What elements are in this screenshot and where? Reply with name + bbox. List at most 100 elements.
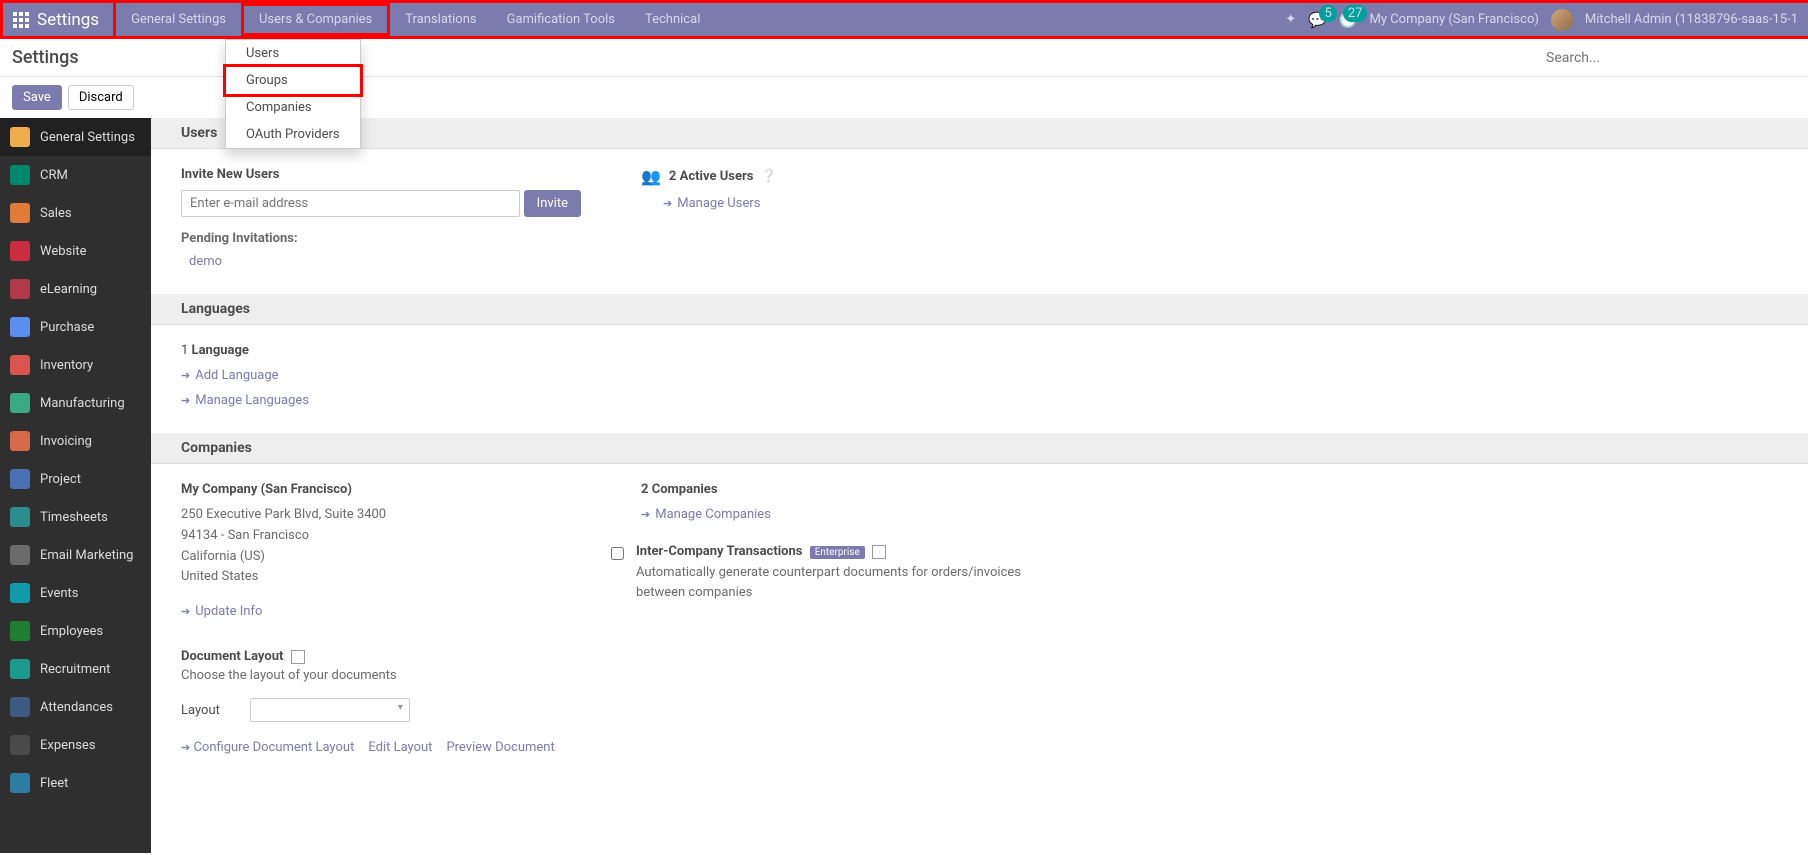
sidebar-item-email-marketing[interactable]: Email Marketing <box>0 536 151 574</box>
manage-users-link[interactable]: Manage Users <box>677 196 760 211</box>
sidebar-item-employees[interactable]: Employees <box>0 612 151 650</box>
sidebar-item-label: Inventory <box>40 358 93 373</box>
update-info-link[interactable]: Update Info <box>195 604 262 619</box>
users-icon: 👥 <box>641 167 661 186</box>
sidebar-icon <box>10 127 30 147</box>
sidebar-item-timesheets[interactable]: Timesheets <box>0 498 151 536</box>
arrow-icon: ➔ <box>181 394 190 407</box>
section-languages-header: Languages <box>151 294 1808 325</box>
companies-count-label: Companies <box>652 482 718 497</box>
help-icon[interactable]: ❔ <box>761 169 777 184</box>
dropdown-oauth[interactable]: OAuth Providers <box>226 121 360 148</box>
sidebar-item-sales[interactable]: Sales <box>0 194 151 232</box>
topmenu-translations[interactable]: Translations <box>390 3 491 36</box>
sidebar-icon <box>10 773 30 793</box>
layout-select[interactable] <box>250 698 410 722</box>
sidebar-item-label: Fleet <box>40 776 68 791</box>
intercompany-desc: Automatically generate counterpart docum… <box>636 563 1041 602</box>
lang-count: 1 <box>181 343 188 358</box>
sidebar-item-label: Website <box>40 244 87 259</box>
company-switcher[interactable]: My Company (San Francisco) <box>1369 12 1538 27</box>
sidebar-item-attendances[interactable]: Attendances <box>0 688 151 726</box>
layout-label: Layout <box>181 703 220 718</box>
sidebar-item-label: Purchase <box>40 320 94 335</box>
sidebar-item-label: General Settings <box>40 130 135 145</box>
topmenu-technical[interactable]: Technical <box>630 3 715 36</box>
sidebar-item-elearning[interactable]: eLearning <box>0 270 151 308</box>
building-icon <box>291 650 305 664</box>
sidebar-icon <box>10 659 30 679</box>
sidebar-item-label: Events <box>40 586 78 601</box>
enterprise-badge: Enterprise <box>810 546 865 559</box>
preview-document-link[interactable]: Preview Document <box>446 740 554 755</box>
pending-item[interactable]: demo <box>189 254 581 269</box>
top-menu: General Settings Users & Companies Trans… <box>116 3 715 36</box>
sidebar-item-expenses[interactable]: Expenses <box>0 726 151 764</box>
sidebar-item-manufacturing[interactable]: Manufacturing <box>0 384 151 422</box>
page-title: Settings <box>12 47 79 68</box>
sidebar-item-label: Employees <box>40 624 103 639</box>
sidebar-item-general-settings[interactable]: General Settings <box>0 118 151 156</box>
arrow-icon: ➔ <box>181 741 190 754</box>
dropdown-groups[interactable]: Groups <box>223 64 363 97</box>
avatar[interactable] <box>1551 9 1573 31</box>
gift-icon[interactable]: ✦ <box>1285 12 1296 27</box>
sidebar-item-events[interactable]: Events <box>0 574 151 612</box>
activities-badge: 27 <box>1343 5 1368 22</box>
building-icon <box>872 545 886 559</box>
sidebar-item-label: Manufacturing <box>40 396 125 411</box>
sidebar-icon <box>10 317 30 337</box>
invite-button[interactable]: Invite <box>524 190 581 217</box>
top-navbar: Settings General Settings Users & Compan… <box>0 0 1808 39</box>
sidebar-item-project[interactable]: Project <box>0 460 151 498</box>
doc-layout-label: Document Layout <box>181 649 283 664</box>
manage-companies-link[interactable]: Manage Companies <box>655 507 771 522</box>
users-companies-dropdown: Users Groups Companies OAuth Providers <box>225 39 361 149</box>
sidebar-item-invoicing[interactable]: Invoicing <box>0 422 151 460</box>
topmenu-users-companies[interactable]: Users & Companies <box>241 3 390 36</box>
app-title-wrap[interactable]: Settings <box>0 0 116 39</box>
sidebar-item-inventory[interactable]: Inventory <box>0 346 151 384</box>
company-name: My Company (San Francisco) <box>181 482 581 497</box>
configure-layout-link[interactable]: Configure Document Layout <box>193 740 354 755</box>
active-users-label: Active Users <box>680 169 754 184</box>
sidebar-icon <box>10 393 30 413</box>
search-wrap <box>1546 50 1796 66</box>
user-name[interactable]: Mitchell Admin (11838796-saas-15-1 <box>1585 12 1798 27</box>
sidebar-item-fleet[interactable]: Fleet <box>0 764 151 802</box>
sidebar-item-purchase[interactable]: Purchase <box>0 308 151 346</box>
topmenu-general-settings[interactable]: General Settings <box>116 3 241 36</box>
sidebar-item-crm[interactable]: CRM <box>0 156 151 194</box>
sidebar-icon <box>10 203 30 223</box>
dropdown-companies[interactable]: Companies <box>226 94 360 121</box>
doc-layout-desc: Choose the layout of your documents <box>181 668 581 683</box>
edit-layout-link[interactable]: Edit Layout <box>368 740 432 755</box>
add-language-link[interactable]: Add Language <box>195 368 278 383</box>
sidebar-icon <box>10 507 30 527</box>
arrow-icon: ➔ <box>663 197 672 210</box>
company-addr2: 94134 - San Francisco <box>181 526 581 547</box>
arrow-icon: ➔ <box>181 369 190 382</box>
messages-icon[interactable]: 💬 5 <box>1308 11 1327 29</box>
activities-icon[interactable]: 🕓 27 <box>1339 11 1358 29</box>
intercompany-checkbox[interactable] <box>611 547 624 560</box>
arrow-icon: ➔ <box>641 508 650 521</box>
sidebar-icon <box>10 165 30 185</box>
main: General Settings CRMSales Website eLearning… <box>0 118 1808 853</box>
manage-languages-link[interactable]: Manage Languages <box>195 393 309 408</box>
sidebar-item-label: Attendances <box>40 700 113 715</box>
sidebar-item-label: Invoicing <box>40 434 92 449</box>
invite-email-input[interactable] <box>181 190 520 217</box>
sidebar-icon <box>10 545 30 565</box>
lang-count-label: Language <box>192 343 249 358</box>
messages-badge: 5 <box>1319 5 1336 22</box>
save-button[interactable]: Save <box>12 85 62 110</box>
discard-button[interactable]: Discard <box>68 85 134 110</box>
sidebar-item-website[interactable]: Website <box>0 232 151 270</box>
search-input[interactable] <box>1546 50 1796 66</box>
company-addr1: 250 Executive Park Blvd, Suite 3400 <box>181 505 581 526</box>
sidebar-icon <box>10 621 30 641</box>
sidebar-item-recruitment[interactable]: Recruitment <box>0 650 151 688</box>
topmenu-gamification[interactable]: Gamification Tools <box>492 3 630 36</box>
dropdown-users[interactable]: Users <box>226 40 360 67</box>
